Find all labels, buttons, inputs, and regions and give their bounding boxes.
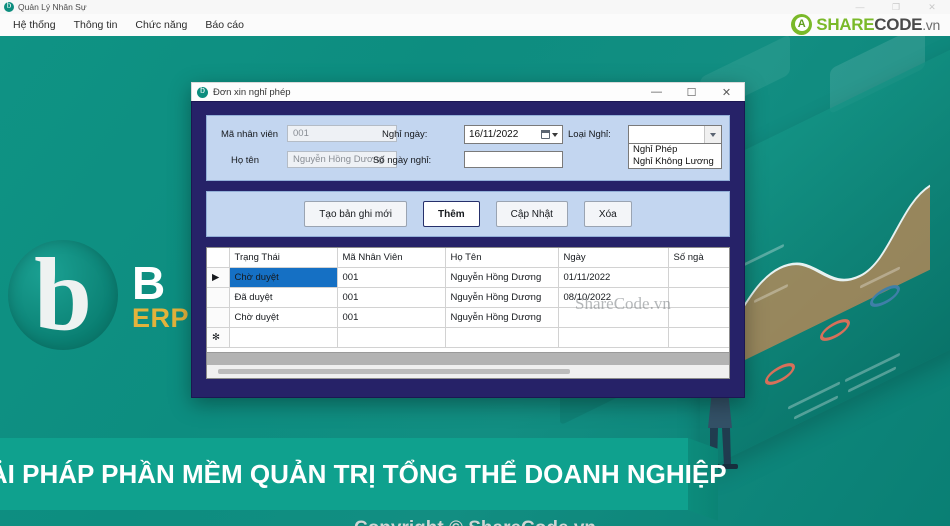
col-header-ngay[interactable]: Ngày [558,248,669,268]
leave-type-option-0[interactable]: Nghỉ Phép [629,144,721,156]
leave-date-value: 16/11/2022 [469,129,519,140]
cell-ngay[interactable] [558,327,669,348]
col-header-so-ngay[interactable]: Số ngà [668,248,729,268]
full-name-label: Họ tên [231,155,259,166]
leave-type-combobox-field[interactable] [628,125,722,144]
add-button[interactable]: Thêm [423,201,480,227]
cell-so-ngay[interactable] [668,327,729,348]
row-marker [207,287,230,308]
cell-trang-thai[interactable]: Chờ duyệt [229,267,338,288]
erp-brand-main: B [132,257,165,309]
app-b-icon [4,0,14,12]
cell-ngay[interactable]: 08/10/2022 [558,287,669,308]
days-off-input[interactable] [464,151,563,168]
main-application-window: Quản Lý Nhân Sự — ❐ ✕ Hệ thống Thông tin… [0,0,950,526]
calendar-dropdown-button[interactable] [540,129,562,139]
sharecode-mark-icon: A [791,13,813,35]
erp-brand-sub: ERP [132,303,190,333]
col-header-ho-ten[interactable]: Họ Tên [445,248,559,268]
menu-item-thong-tin[interactable]: Thông tin [65,17,127,33]
erp-brand-circle-icon: b [8,237,118,352]
cell-so-ngay[interactable] [668,287,729,308]
grid-empty-area [207,352,729,365]
dialog-b-icon [197,84,208,98]
dialog-maximize-button[interactable]: ☐ [674,83,709,102]
cell-ma-nhan-vien[interactable]: 001 [337,287,446,308]
table-row[interactable]: Chờ duyệt 001 Nguyễn Hồng Dương [207,307,729,328]
erp-brand-text: B ERP [132,257,190,333]
logo-code-text: CODE [874,14,923,34]
menu-item-chuc-nang[interactable]: Chức năng [126,17,196,33]
action-button-panel: Tạo bản ghi mới Thêm Cập Nhật Xóa [206,191,730,237]
employee-code-label: Mã nhân viên [221,129,279,140]
cell-ma-nhan-vien[interactable] [337,327,446,348]
row-marker-new: ✻ [207,327,230,348]
sharecode-mark-letter: A [797,17,806,30]
leave-type-label: Loại Nghỉ: [568,129,611,140]
sharecode-logo: A SHARECODE.vn [791,12,940,36]
table-row-new[interactable]: ✻ [207,327,729,348]
hero-banner-text: GIẢI PHÁP PHẦN MỀM QUẢN TRỊ TỔNG THỂ DOA… [0,458,727,489]
leave-type-combobox[interactable]: Nghỉ Phép Nghỉ Không Lương [628,125,722,169]
chevron-down-icon [710,132,716,137]
sharecode-wordmark: SHARECODE.vn [816,16,940,33]
cell-ho-ten[interactable]: Nguyễn Hồng Dương [445,287,559,308]
dialog-minimize-button[interactable]: — [639,83,674,102]
cell-so-ngay[interactable] [668,267,729,288]
col-header-ma-nhan-vien[interactable]: Mã Nhân Viên [337,248,446,268]
update-button[interactable]: Cập Nhật [495,201,568,227]
cell-ho-ten[interactable] [445,327,559,348]
chevron-down-icon [552,132,558,137]
col-header-trang-thai[interactable]: Trạng Thái [229,248,338,268]
cell-trang-thai[interactable]: Đã duyệt [229,287,338,308]
cell-ngay[interactable] [558,307,669,328]
delete-button[interactable]: Xóa [583,201,632,227]
cell-ho-ten[interactable]: Nguyễn Hồng Dương [445,267,559,288]
cell-trang-thai[interactable] [229,327,338,348]
row-marker [207,307,230,328]
leave-type-option-1[interactable]: Nghỉ Không Lương [629,156,721,168]
dialog-body: Mã nhân viên 001 Họ tên Nguyễn Hồng Dươn… [191,101,745,398]
copyright-text: Copyright © ShareCode.vn [0,518,950,526]
window-title: Quản Lý Nhân Sự [18,2,87,12]
erp-brand-glyph: b [34,237,92,352]
cell-ngay[interactable]: 01/11/2022 [558,267,669,288]
logo-share-text: SHARE [816,14,875,34]
leave-date-label: Nghỉ ngày: [382,129,428,140]
cell-ma-nhan-vien[interactable]: 001 [337,307,446,328]
calendar-icon [540,129,551,139]
logo-vn-text: .vn [922,16,940,33]
dialog-window-controls: — ☐ ✕ [639,83,744,102]
hero-banner: GIẢI PHÁP PHẦN MỀM QUẢN TRỊ TỔNG THỂ DOA… [0,438,727,510]
grid-horizontal-scrollbar[interactable] [207,365,729,378]
leave-type-option-list: Nghỉ Phép Nghỉ Không Lương [628,144,722,169]
dialog-title: Đơn xin nghỉ phép [213,86,291,98]
col-header-rowmarker [207,248,230,268]
dialog-close-button[interactable]: ✕ [709,83,744,102]
row-marker: ▶ [207,267,230,288]
leave-requests-table: Trạng Thái Mã Nhân Viên Họ Tên Ngày Số n… [207,248,729,348]
leave-type-dropdown-button[interactable] [704,126,721,143]
cell-ho-ten[interactable]: Nguyễn Hồng Dương [445,307,559,328]
leave-date-picker[interactable]: 16/11/2022 [464,125,563,144]
table-row[interactable]: Đã duyệt 001 Nguyễn Hồng Dương 08/10/202… [207,287,729,308]
menu-item-he-thong[interactable]: Hệ thống [4,17,65,33]
leave-requests-grid[interactable]: Trạng Thái Mã Nhân Viên Họ Tên Ngày Số n… [206,247,730,379]
leave-form-panel: Mã nhân viên 001 Họ tên Nguyễn Hồng Dươn… [206,115,730,181]
cell-ma-nhan-vien[interactable]: 001 [337,267,446,288]
leave-request-dialog: Đơn xin nghỉ phép — ☐ ✕ Mã nhân viên 001… [191,82,745,398]
employee-code-input[interactable]: 001 [287,125,397,142]
cell-so-ngay[interactable] [668,307,729,328]
menu-item-bao-cao[interactable]: Báo cáo [196,17,253,33]
cell-trang-thai[interactable]: Chờ duyệt [229,307,338,328]
table-row[interactable]: ▶ Chờ duyệt 001 Nguyễn Hồng Dương 01/11/… [207,267,729,288]
days-off-label: Số ngày nghỉ: [373,155,432,166]
scrollbar-thumb[interactable] [218,369,570,374]
table-header-row: Trạng Thái Mã Nhân Viên Họ Tên Ngày Số n… [207,248,729,268]
dialog-title-bar: Đơn xin nghỉ phép — ☐ ✕ [191,82,745,101]
create-new-record-button[interactable]: Tạo bản ghi mới [304,201,407,227]
